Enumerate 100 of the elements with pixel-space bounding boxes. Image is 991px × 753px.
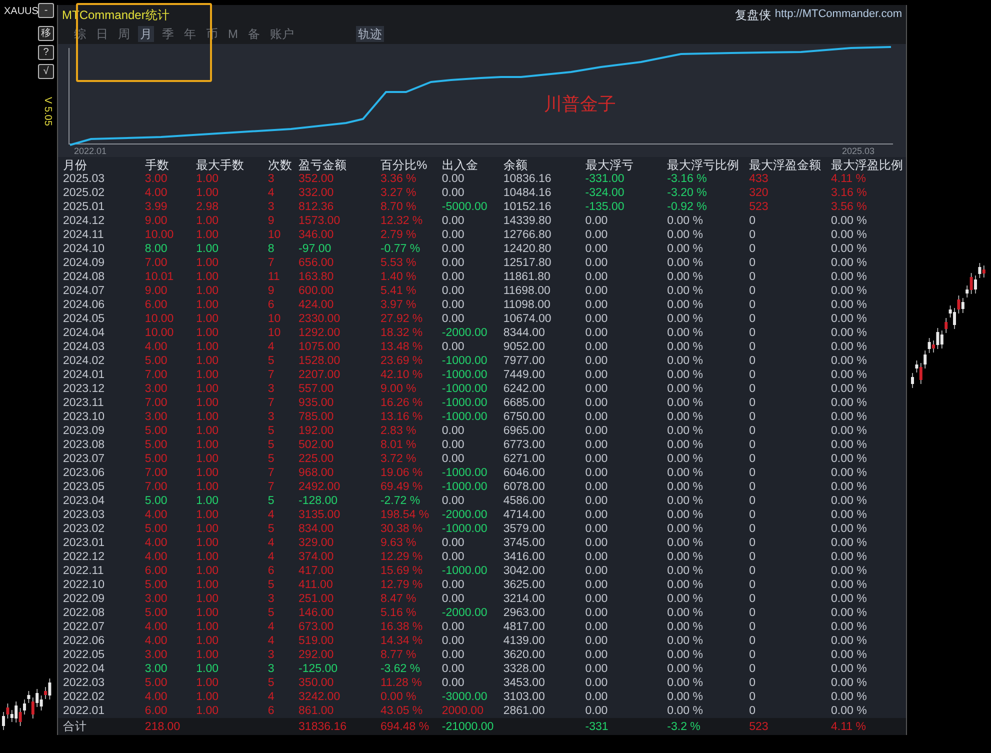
table-cell-text: 0.00 % (830, 480, 868, 494)
toolbar-button[interactable]: - (38, 3, 54, 18)
table-cell-text: 3620.00 (502, 648, 546, 662)
table-cell-text: 0.00 % (666, 494, 704, 508)
table-cell-text: 0.00 (584, 340, 609, 354)
table-cell-text: 42.10 % (379, 368, 424, 382)
table-cell-text: 11098.00 (502, 298, 552, 312)
table-cell-text: 198.54 % (379, 508, 430, 522)
table-cell-text: 0.00 % (666, 368, 704, 382)
table-cell-text: 4 (266, 340, 276, 354)
table-cell-text: 7.00 (144, 368, 168, 382)
table-cell-text: 2024.09 (62, 256, 106, 270)
table-cell-text: 1.00 (195, 228, 220, 242)
table-cell-text: 1.00 (195, 690, 220, 704)
table-cell-text: -1000.00 (440, 396, 488, 410)
table-cell-text: 2.98 (195, 200, 220, 214)
table-cell-text: 1.00 (195, 326, 220, 340)
table-cell-text: 11 (266, 270, 281, 284)
table-cell-text: 251.00 (298, 592, 335, 606)
table-cell-text: 10.00 (144, 326, 175, 340)
period-tab[interactable]: 月 (138, 26, 154, 42)
table-cell: 0.00 % (826, 704, 906, 718)
table-cell-text: 0.00 % (830, 340, 868, 354)
period-tab[interactable]: 日 (94, 26, 110, 42)
table-cell-text: 2022.03 (62, 676, 106, 690)
table-cell-text: 0.00 (440, 578, 466, 592)
view-toggle[interactable]: 轨迹 (356, 26, 384, 42)
table-cell-text: 968.00 (298, 466, 335, 480)
table-cell-text: 2023.01 (62, 536, 106, 550)
table-cell-text: 0.00 (440, 228, 466, 242)
table-cell-text: 3 (266, 410, 276, 424)
table-cell-text: 10 (266, 312, 282, 326)
table-cell-text: 0.00 % (830, 452, 868, 466)
toolbar-button[interactable]: 移 (38, 26, 54, 41)
table-cell-text: 4586.00 (502, 494, 546, 508)
table-cell-text: 1.00 (195, 242, 220, 256)
table-cell-text: 0 (748, 214, 756, 228)
table-cell-text: 0 (748, 228, 756, 242)
period-tab[interactable]: 季 (160, 26, 176, 42)
table-cell-text: -0.92 % (666, 200, 708, 214)
table-cell-text: 0 (748, 508, 756, 522)
table-cell-text: 0.00 (584, 480, 609, 494)
table-cell-text: 2023.10 (62, 410, 106, 424)
period-tab[interactable]: 账户 (268, 26, 296, 42)
table-cell-text: 10674.00 (502, 312, 552, 326)
table-cell-text: 5.00 (144, 522, 168, 536)
table-cell-text: 5 (266, 494, 276, 508)
table-cell-text: 4714.00 (502, 508, 546, 522)
table-cell-text: 9.00 (144, 214, 168, 228)
table-cell-text: 5.00 (144, 578, 168, 592)
toolbar-button[interactable]: ? (38, 45, 54, 60)
table-cell-text: 0.00 % (666, 438, 704, 452)
table-cell-text: 0.00 (584, 564, 609, 578)
table-cell-text: 1.00 (195, 424, 220, 438)
table-cell-text: 0.00 (440, 242, 466, 256)
table-cell-text: 0 (748, 354, 756, 368)
table-cell: 6 (262, 704, 294, 718)
period-tab[interactable]: 备 (246, 26, 262, 42)
table-cell-text: -3.62 % (379, 662, 422, 676)
table-cell-text: 9 (266, 284, 276, 298)
table-cell-text: 292.00 (298, 648, 335, 662)
table-cell-text: 2024.07 (62, 284, 106, 298)
table-cell-text: 6685.00 (502, 396, 546, 410)
table-cell-text: 1.00 (195, 522, 220, 536)
table-cell-text: 0 (748, 424, 756, 438)
table-cell-text: 2.83 % (379, 424, 418, 438)
table-cell-text: 3242.00 (298, 690, 342, 704)
table-cell-text: 3745.00 (502, 536, 546, 550)
table-cell-text: -1000.00 (440, 354, 488, 368)
period-tab[interactable]: M (226, 26, 240, 42)
toolbar-button[interactable]: √ (38, 64, 54, 79)
table-cell-text: 0.00 % (830, 424, 868, 438)
period-tab[interactable]: 年 (182, 26, 198, 42)
table-cell-text: 1573.00 (298, 214, 342, 228)
table-cell-text: 7 (266, 466, 276, 480)
table-cell-text: 523 (748, 200, 770, 214)
period-tab[interactable]: 周 (116, 26, 132, 42)
table-cell-text: 0.00 % (666, 662, 704, 676)
table-cell-text: 6.00 (144, 298, 168, 312)
column-header: 盈亏金额 (298, 157, 348, 172)
table-cell-text: 6965.00 (502, 424, 546, 438)
table-cell-text: 18.32 % (379, 326, 424, 340)
website-link[interactable]: http://MTCommander.com (774, 6, 902, 23)
table-cell-text: 0.00 (584, 270, 609, 284)
table-cell-text: 0 (748, 564, 756, 578)
table-cell-text: 2024.12 (62, 214, 106, 228)
table-cell-text: 0.00 (440, 536, 466, 550)
table-cell-text: -1000.00 (440, 410, 488, 424)
table-cell-text: 350.00 (298, 676, 335, 690)
table-cell-text: 0.00 % (666, 578, 704, 592)
table-cell-text: 0.00 (440, 620, 466, 634)
table-cell-text: 2022.05 (62, 648, 106, 662)
table-cell-text: 557.00 (298, 382, 335, 396)
table-cell-text: 10.00 (144, 312, 175, 326)
table-cell-text: 2023.11 (62, 396, 105, 410)
table-cell-text: 0.00 (584, 536, 609, 550)
table-cell-text: 0.00 % (666, 228, 704, 242)
table-cell-text: 0.00 % (830, 368, 868, 382)
table-cell-text: 0.00 % (830, 494, 868, 508)
table-cell-text: -5000.00 (440, 200, 488, 214)
